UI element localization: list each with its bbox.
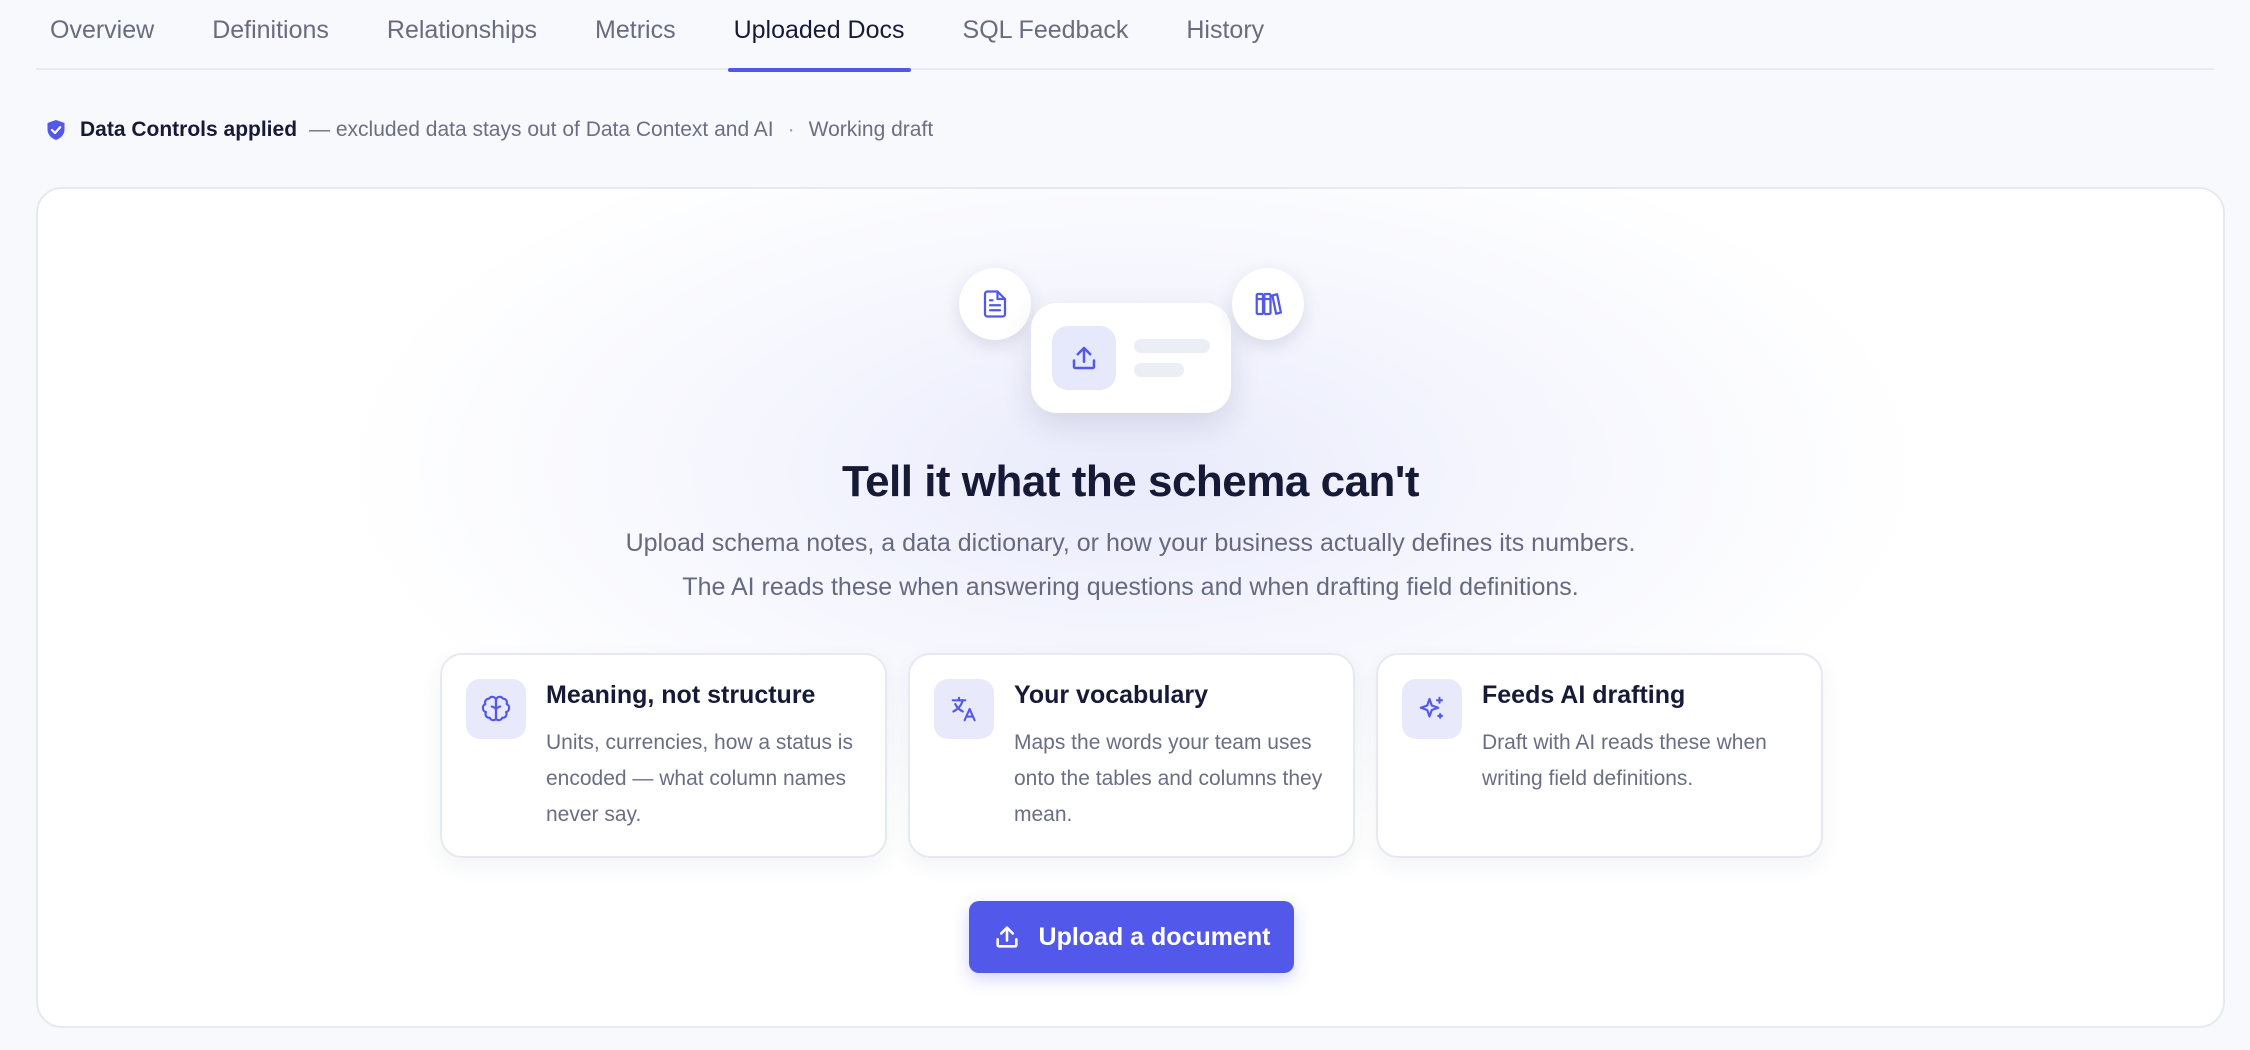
shield-check-icon: [46, 119, 66, 141]
upload-document-button[interactable]: Upload a document: [969, 901, 1294, 973]
tab-overview[interactable]: Overview: [50, 0, 154, 70]
feature-title: Your vocabulary: [1014, 681, 1209, 709]
uploaded-docs-empty-state: Tell it what the schema can't Upload sch…: [36, 187, 2225, 1028]
upload-illustration-card: [1031, 303, 1231, 413]
feature-title: Meaning, not structure: [546, 681, 816, 709]
data-controls-title[interactable]: Data Controls applied: [80, 118, 297, 142]
placeholder-line: [1134, 339, 1210, 353]
tab-relationships[interactable]: Relationships: [387, 0, 537, 70]
feature-description: Maps the words your team uses onto the t…: [1014, 731, 1323, 826]
feature-card-meaning: Meaning, not structure Units, currencies…: [440, 653, 887, 858]
tab-definitions[interactable]: Definitions: [212, 0, 329, 70]
upload-button-label: Upload a document: [1038, 922, 1271, 951]
upload-icon: [993, 923, 1021, 951]
data-controls-description: — excluded data stays out of Data Contex…: [309, 118, 774, 141]
tab-history[interactable]: History: [1186, 0, 1264, 70]
feature-title: Feeds AI drafting: [1482, 681, 1686, 709]
feature-card-vocabulary: Your vocabulary Maps the words your team…: [908, 653, 1355, 858]
feature-card-ai-drafting: Feeds AI drafting Draft with AI reads th…: [1376, 653, 1823, 858]
feature-description: Draft with AI reads these when writing f…: [1482, 731, 1767, 790]
tab-sql-feedback[interactable]: SQL Feedback: [963, 0, 1129, 70]
feature-description: Units, currencies, how a status is encod…: [546, 731, 853, 826]
tab-metrics[interactable]: Metrics: [595, 0, 676, 70]
tab-bar: Overview Definitions Relationships Metri…: [36, 0, 2214, 72]
draft-status: Working draft: [808, 118, 934, 141]
sparkle-icon: [1402, 679, 1462, 739]
tab-uploaded-docs[interactable]: Uploaded Docs: [727, 0, 911, 72]
upload-icon: [1052, 326, 1116, 390]
document-icon: [959, 268, 1031, 340]
placeholder-line: [1134, 363, 1184, 377]
brain-icon: [466, 679, 526, 739]
empty-state-subtitle: Upload schema notes, a data dictionary, …: [625, 529, 1636, 557]
empty-state-subtitle: The AI reads these when answering questi…: [682, 573, 1579, 601]
separator-dot: ·: [787, 118, 795, 141]
books-icon: [1232, 268, 1304, 340]
data-controls-notice: Data Controls applied — excluded data st…: [46, 114, 933, 146]
empty-state-heading: Tell it what the schema can't: [841, 457, 1420, 506]
translate-icon: [934, 679, 994, 739]
